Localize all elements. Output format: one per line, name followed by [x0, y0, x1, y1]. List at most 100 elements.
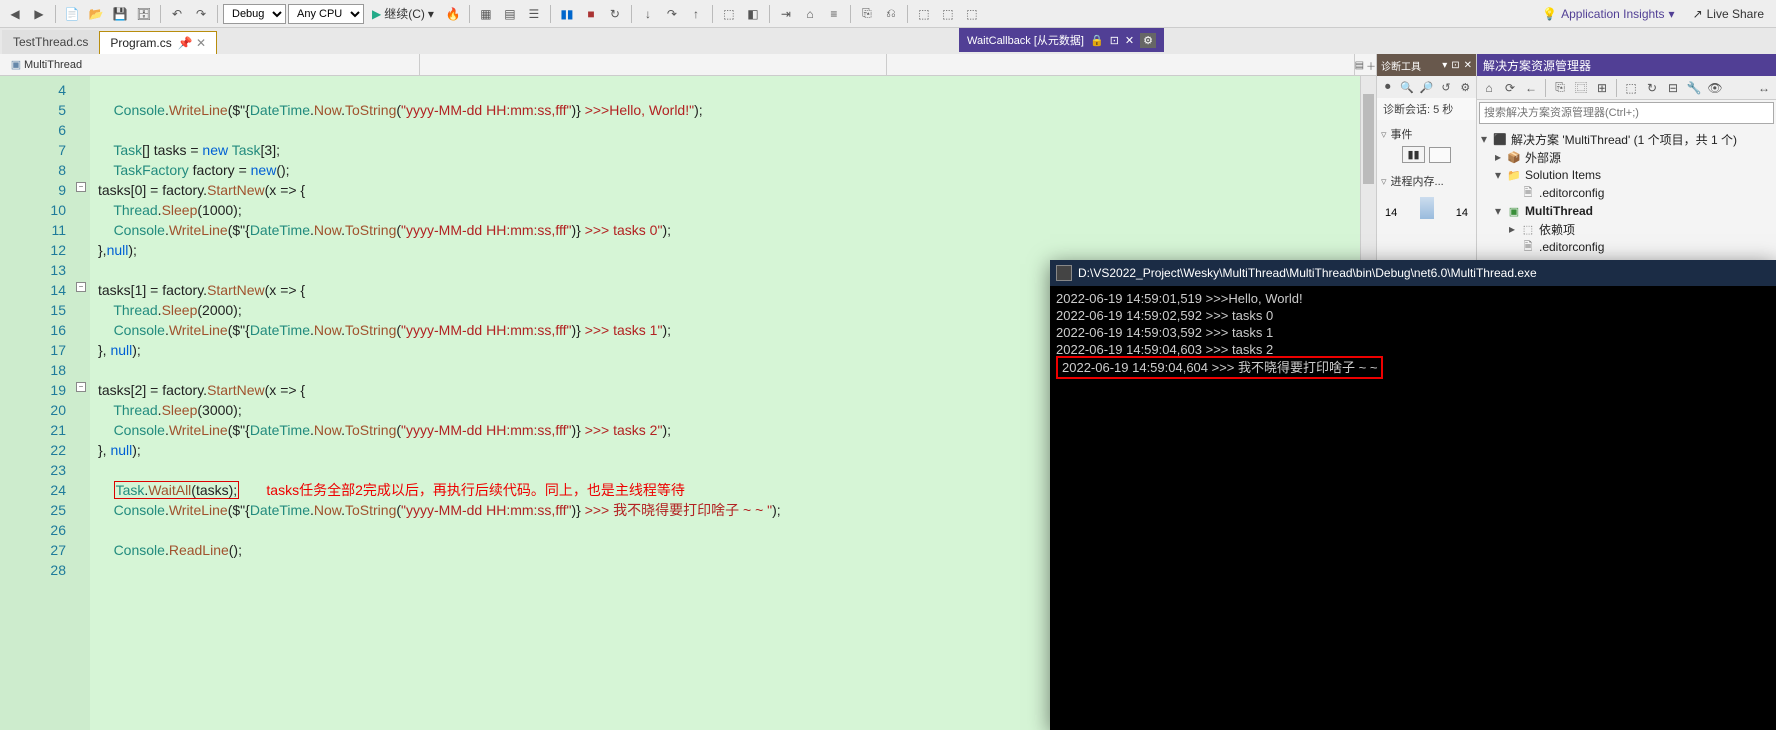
waitcallback-tab[interactable]: WaitCallback [从元数据] 🔒 ⊡ ✕ ⚙ — [959, 28, 1164, 52]
tree-root[interactable]: ▾ ⬛ 解决方案 'MultiThread' (1 个项目，共 1 个) — [1479, 130, 1774, 148]
hot-reload-icon[interactable]: 🔥 — [442, 3, 464, 25]
tab-testthread[interactable]: TestThread.cs — [2, 30, 99, 54]
back-icon[interactable]: ← — [1521, 78, 1541, 98]
diag-zoom-out-icon[interactable]: 🔎 — [1418, 78, 1435, 96]
pin-icon[interactable]: ⊡ — [1110, 34, 1119, 47]
pause-icon[interactable]: ▮▮ — [556, 3, 578, 25]
mem-lo: 14 — [1385, 207, 1397, 219]
main-toolbar: ◀ ▶ 📄 📂 💾 🗄 ↶ ↷ Debug Any CPU ▶继续(C)▾ 🔥 … — [0, 0, 1776, 28]
tool-icon[interactable]: ⊞ — [1592, 78, 1612, 98]
diag-settings-icon[interactable]: ⚙ — [1457, 78, 1474, 96]
tree-label: 解决方案 'MultiThread' (1 个项目，共 1 个) — [1511, 131, 1737, 148]
solution-icon: ⬛ — [1493, 132, 1507, 146]
diag-reset-icon[interactable]: ↺ — [1437, 78, 1454, 96]
platform-select[interactable]: Any CPU — [288, 4, 364, 24]
play-icon: ▶ — [372, 7, 381, 21]
chevron-icon[interactable]: ▸ — [1507, 222, 1517, 236]
tree-node[interactable]: ▾📁Solution Items — [1479, 166, 1774, 184]
continue-button[interactable]: ▶继续(C)▾ — [366, 3, 440, 25]
redo-icon[interactable]: ↷ — [190, 3, 212, 25]
chevron-icon[interactable]: ▾ — [1493, 168, 1503, 182]
restart-icon[interactable]: ↻ — [604, 3, 626, 25]
step-into-icon[interactable]: ↓ — [637, 3, 659, 25]
tool-icon[interactable]: ⿴ — [1571, 78, 1591, 98]
line-gutter: 4567891011121314151617181920212223242526… — [0, 76, 90, 730]
chevron-down-icon[interactable]: ▾ — [1442, 60, 1447, 71]
tree-label: MultiThread — [1525, 204, 1593, 218]
misc-icon-3[interactable]: ≡ — [823, 3, 845, 25]
tool-icon-1[interactable]: ▦ — [475, 3, 497, 25]
tree-label: Solution Items — [1525, 168, 1601, 182]
collapse-icon[interactable]: ⊟ — [1663, 78, 1683, 98]
close-icon[interactable]: ✕ — [1464, 60, 1472, 71]
misc-icon-2[interactable]: ⌂ — [799, 3, 821, 25]
pause-icon[interactable]: ▮▮ — [1402, 146, 1424, 163]
stop-icon[interactable]: ■ — [580, 3, 602, 25]
undo-icon[interactable]: ↶ — [166, 3, 188, 25]
refresh-icon[interactable]: ↻ — [1642, 78, 1662, 98]
tree-node[interactable]: ▸⬚依赖项 — [1479, 220, 1774, 238]
tree-node[interactable]: 🗎.editorconfig — [1479, 238, 1774, 256]
tool-icon-3[interactable]: ☰ — [523, 3, 545, 25]
step-over-icon[interactable]: ↷ — [661, 3, 683, 25]
close-icon[interactable]: ✕ — [1125, 34, 1134, 47]
tab-program[interactable]: Program.cs📌 ✕ — [99, 31, 217, 54]
misc-icon-6[interactable]: ⬚ — [913, 3, 935, 25]
close-icon[interactable]: 📌 ✕ — [178, 36, 206, 50]
chevron-down-icon[interactable]: ▿ — [1381, 175, 1387, 188]
plus-icon[interactable]: ＋ — [1366, 58, 1376, 73]
pkg-icon: 📦 — [1507, 150, 1521, 164]
tool-icon[interactable]: ⎘ — [1550, 78, 1570, 98]
crumb-member[interactable] — [887, 54, 1354, 75]
gear-icon[interactable]: ⚙ — [1140, 33, 1156, 48]
nav-left-icon[interactable]: ◀ — [4, 3, 26, 25]
chevron-icon[interactable]: ▸ — [1493, 150, 1503, 164]
misc-icon-1[interactable]: ⇥ — [775, 3, 797, 25]
continue-label: 继续(C) — [384, 5, 425, 22]
showall-icon[interactable]: ⬚ — [1621, 78, 1641, 98]
misc-icon-5[interactable]: ⎌ — [880, 3, 902, 25]
tree-node[interactable]: ▾ ▣ MultiThread — [1479, 202, 1774, 220]
chevron-down-icon[interactable]: ▿ — [1381, 128, 1387, 141]
app-insights-button[interactable]: 💡 Application Insights ▾ — [1536, 7, 1680, 21]
misc-icon-8[interactable]: ⬚ — [961, 3, 983, 25]
editor-tabs: TestThread.cs Program.cs📌 ✕ — [0, 28, 1776, 54]
tool-icon-2[interactable]: ▤ — [499, 3, 521, 25]
console-icon — [1056, 265, 1072, 281]
pick-icon[interactable]: ⬚ — [718, 3, 740, 25]
tab-label: TestThread.cs — [13, 35, 88, 49]
diag-record-icon[interactable]: ⏺ — [1379, 78, 1396, 96]
live-share-button[interactable]: ↗ Live Share — [1685, 7, 1772, 21]
split-icon[interactable]: ▤ — [1355, 60, 1364, 71]
properties-icon[interactable]: 🔧 — [1684, 78, 1704, 98]
save-icon[interactable]: 💾 — [109, 3, 131, 25]
mem-hi: 14 — [1456, 207, 1468, 219]
view-icon[interactable]: 👁 — [1705, 78, 1725, 98]
chevron-icon[interactable]: ▾ — [1493, 204, 1503, 218]
tree-node[interactable]: ▸📦外部源 — [1479, 148, 1774, 166]
bulb-icon: 💡 — [1542, 7, 1557, 21]
open-icon[interactable]: 📂 — [85, 3, 107, 25]
config-select[interactable]: Debug — [223, 4, 286, 24]
nav-right-icon[interactable]: ▶ — [28, 3, 50, 25]
file-icon: 🗎 — [1521, 240, 1535, 254]
step-out-icon[interactable]: ↑ — [685, 3, 707, 25]
crumb-namespace[interactable] — [420, 54, 887, 75]
home-icon[interactable]: ⌂ — [1479, 78, 1499, 98]
dep-icon: ⬚ — [1521, 222, 1535, 236]
misc-icon-4[interactable]: ⎘ — [856, 3, 878, 25]
csproj-icon: ▣ — [1507, 204, 1521, 218]
new-file-icon[interactable]: 📄 — [61, 3, 83, 25]
crumb-project[interactable]: ▣MultiThread — [0, 54, 420, 75]
chevron-down-icon[interactable]: ▾ — [1479, 132, 1489, 146]
tree-node[interactable]: 🗎.editorconfig — [1479, 184, 1774, 202]
save-all-icon[interactable]: 🗄 — [133, 3, 155, 25]
switch-view-icon[interactable]: ↔ — [1754, 78, 1774, 98]
bp-icon[interactable]: ◧ — [742, 3, 764, 25]
misc-icon-7[interactable]: ⬚ — [937, 3, 959, 25]
diag-zoom-in-icon[interactable]: 🔍 — [1398, 78, 1415, 96]
sync-icon[interactable]: ⟳ — [1500, 78, 1520, 98]
console-titlebar[interactable]: D:\VS2022_Project\Wesky\MultiThread\Mult… — [1050, 260, 1776, 286]
pin-icon[interactable]: ⊡ — [1451, 60, 1459, 71]
solution-search[interactable] — [1479, 102, 1774, 124]
